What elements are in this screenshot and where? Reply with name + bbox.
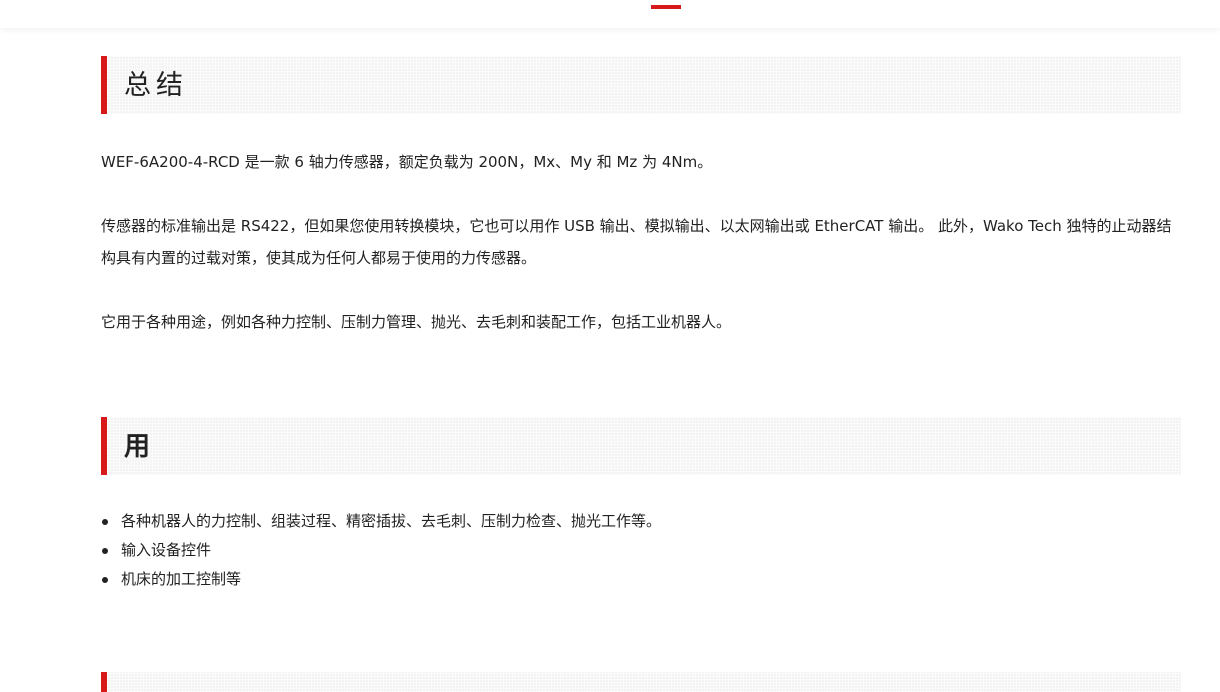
list-item: 输入设备控件 — [101, 536, 1161, 565]
section-heading-uses: 用 — [101, 417, 1181, 475]
section-heading-next — [101, 672, 1181, 692]
bullet-icon — [102, 548, 108, 554]
summary-paragraph: WEF-6A200-4-RCD 是一款 6 轴力传感器，额定负载为 200N，M… — [101, 153, 713, 171]
section-title-summary: 总结 — [124, 70, 188, 101]
list-item-text: 各种机器人的力控制、组装过程、精密插拔、去毛刺、压制力检查、抛光工作等。 — [121, 512, 662, 530]
top-navigation-bar — [0, 0, 1220, 28]
summary-paragraph: 传感器的标准输出是 RS422，但如果您使用转换模块，它也可以用作 USB 输出… — [101, 217, 1172, 267]
list-item: 机床的加工控制等 — [101, 565, 1161, 594]
uses-list: 各种机器人的力控制、组装过程、精密插拔、去毛刺、压制力检查、抛光工作等。 输入设… — [101, 507, 1161, 594]
summary-paragraph: 它用于各种用途，例如各种力控制、压制力管理、抛光、去毛刺和装配工作，包括工业机器… — [101, 313, 732, 331]
bullet-icon — [102, 519, 108, 525]
list-item-text: 输入设备控件 — [121, 541, 212, 559]
list-item: 各种机器人的力控制、组装过程、精密插拔、去毛刺、压制力检查、抛光工作等。 — [101, 507, 1161, 536]
active-tab-indicator — [651, 5, 681, 9]
list-item-text: 机床的加工控制等 — [121, 570, 242, 588]
section-heading-summary: 总结 — [101, 56, 1181, 114]
bullet-icon — [102, 577, 108, 583]
section-title-uses: 用 — [124, 432, 151, 462]
